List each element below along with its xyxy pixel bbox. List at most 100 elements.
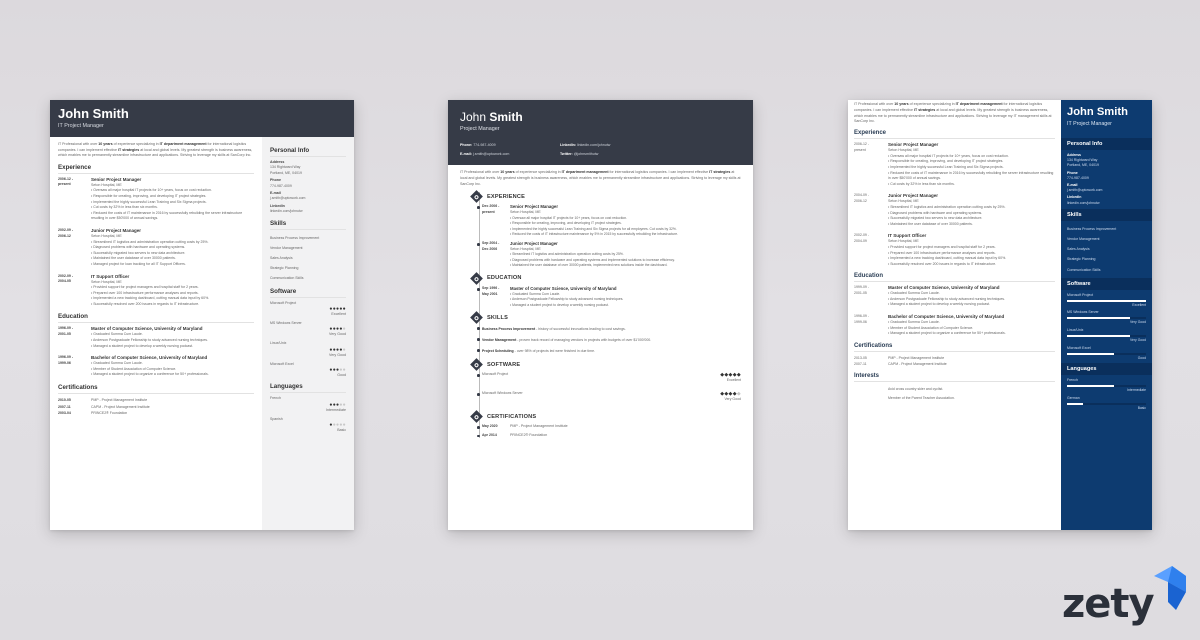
software-item: Microsoft Windows Server ◆◆◆◆◆ Very Good (477, 391, 741, 407)
rating-item: ●●●●● Very Good (270, 347, 346, 358)
summary-text: IT Professional with over (460, 170, 501, 174)
skill-name: Project Scheduling (482, 349, 514, 354)
summary-highlight: IT department management (159, 142, 207, 146)
entry-bullets: Oversaw all major hospital IT projects f… (510, 216, 741, 238)
entry-body: Master of Computer Science, University o… (510, 286, 741, 308)
resume-summary: IT Professional with over 10 years of ex… (854, 102, 1055, 125)
rating-bar-fill (1067, 299, 1146, 302)
section-title: EXPERIENCE (487, 193, 526, 200)
bullet-item: Reduced the costs of IT maintenance in 2… (888, 171, 1055, 182)
section-heading-experience: Experience (854, 130, 1055, 140)
certification-date: 2007-11 (854, 362, 867, 367)
education-list: 1999-09 -2001-05 Master of Computer Scien… (854, 285, 1055, 337)
experience-list: 2006-12 - present Senior Project Manager Se… (854, 142, 1055, 267)
certification-item: 2007-11 CAPM - Project Management Institu… (854, 361, 1055, 368)
resume-template-3[interactable]: IT Professional with over 10 years of ex… (848, 100, 1152, 530)
summary-highlight: IT strategies (914, 107, 936, 112)
entry-dates: 2002-09 -2004-09 (854, 233, 888, 267)
bullet-item: Reduced the costs of IT maintenance in 2… (91, 211, 254, 222)
certification-item: 2003-04 PRINCE2® Foundation (58, 410, 254, 417)
certifications-list: 2010-05 PMP - Project Management Institut… (58, 397, 254, 417)
resume-template-2[interactable]: John Smith Project Manager Phone: 774-98… (448, 100, 753, 530)
rating-label: Excellent (1132, 302, 1146, 307)
entry-item: 1996-09 -2001-05 Master of Computer Scien… (58, 326, 254, 349)
certification-date: 2010-05 (58, 398, 71, 403)
education-list: Sep 1996 - May 2001 Master of Computer Sci… (477, 286, 741, 308)
timeline-entry: Sep 1996 - May 2001 Master of Computer Sci… (477, 286, 741, 308)
entry-dates: 2002-09 -2006-12 (58, 228, 91, 268)
skill-name: Vendor Management (482, 338, 517, 343)
skill-item: Business Process Improvement (1067, 226, 1117, 231)
date-end: present (854, 147, 866, 152)
summary-text: IT Professional with over (58, 142, 99, 146)
certifications-list: 2013-05 PMP - Project Management Institut… (854, 355, 1055, 368)
interests-list: Avid cross country skier and cyclist. Mem… (854, 385, 1055, 403)
entry-item: 2006-12 - present Senior Project Manager Se… (58, 177, 254, 222)
resume-body: IT Professional with over 10 years of ex… (448, 165, 753, 446)
skill-text: Business Process Improvement - history o… (482, 325, 626, 333)
rating-bar (1067, 402, 1146, 405)
certification-date: 2013-05 (854, 355, 867, 360)
summary-text: for international logistics companies. I… (608, 170, 710, 174)
entry-body: Junior Project Manager Seton Hospital, ME… (91, 228, 254, 268)
certification-item: 2007-11 CAPM - Project Management Institu… (58, 404, 254, 411)
entry-dates: 1996-09 -2001-05 (58, 326, 91, 349)
contact-item: Phone: 774-987-4009 (460, 141, 560, 150)
skill-item: Sales Analysis (1067, 247, 1090, 252)
entry-item: 2002-09 -2004-05 IT Support Officer Seton … (58, 274, 254, 308)
skill-item: Vendor Management (270, 245, 303, 250)
rating-label: Excellent (726, 378, 741, 383)
summary-highlight: 10 years (500, 170, 515, 174)
rating-item: ●●●●● Basic (270, 422, 346, 433)
zety-logo[interactable]: zety (1062, 566, 1186, 624)
skill-item: Business Process Improvement (270, 235, 320, 240)
resume-header: John Smith IT Project Manager (1061, 100, 1152, 135)
rating-label: Very Good (724, 397, 741, 402)
resume-job-title: IT Project Manager (1067, 121, 1112, 127)
entry-dates: 1999-09 -2001-05 (854, 285, 888, 308)
certification-name: CAPM - Project Management Institute (91, 404, 150, 409)
entry-item: 2002-09 -2004-09 IT Support Officer Seton … (854, 233, 1055, 267)
resume-main-column: IT Professional with over 10 years of ex… (50, 137, 262, 422)
date-end: 1999-06 (854, 319, 867, 324)
skill-item: Strategic Planning (270, 265, 299, 270)
rating-item: ●●●●● Good (270, 367, 346, 378)
skill-description: - over 98% of projects led were finished… (513, 349, 596, 354)
entry-body: Bachelor of Computer Science, University… (91, 355, 254, 378)
graduation-cap-icon (470, 272, 483, 285)
summary-highlight: IT department management (561, 170, 609, 174)
entry-item: 2006-12 - present Senior Project Manager Se… (854, 142, 1055, 187)
rating-item-name: Microsoft Project (1067, 292, 1094, 297)
rating-label: Very Good (329, 352, 346, 357)
skill-item: Vendor Management (1067, 237, 1100, 242)
entry-bullets: Graduated Summa Cum Laude.Anderson Postg… (510, 292, 741, 309)
bullet-item: Managed a student project to develop a w… (888, 302, 1055, 308)
rating-label: Very Good (329, 332, 346, 337)
rating-bar (1067, 335, 1146, 338)
entry-bullets: Streamlined IT logistics and administrat… (510, 252, 741, 269)
entry-body: Junior Project Manager Seton Hospital, ME… (888, 193, 1055, 227)
certification-item: Apr 2014 PRINCE2® Foundation (477, 433, 741, 439)
software-name: Microsoft Project (482, 372, 509, 377)
certification-name: CAPM - Project Management Institute (888, 362, 947, 367)
experience-list: Dec 2006 - present Senior Project Manager S… (477, 204, 741, 269)
summary-highlight: 10 years (894, 102, 909, 106)
section-heading-software: Software (270, 288, 346, 298)
entry-bullets: Streamlined IT logistics and administrat… (91, 240, 254, 268)
entry-body: Senior Project Manager Seton Hospital, ME… (510, 204, 741, 238)
summary-highlight: IT strategies (709, 170, 731, 174)
summary-highlight: IT department management (955, 102, 1003, 106)
section-title: SKILLS (487, 314, 509, 321)
contact-info: Phone: 774-987-4009 LinkedIn: linkedin.co… (460, 141, 741, 159)
resume-template-1[interactable]: John Smith IT Project Manager IT Profess… (50, 100, 354, 530)
contact-item: LinkedIn: linkedin.com/johnutw (560, 141, 680, 150)
certification-name: PMP - Project Management Institute (91, 398, 148, 403)
resume-job-title: IT Project Manager (58, 123, 104, 129)
date-end: present (58, 182, 71, 187)
timeline: EXPERIENCE Dec 2006 - present Senior Proje… (460, 190, 741, 439)
summary-text: of experience specializing in (514, 170, 562, 174)
section-heading-experience: Experience (58, 164, 254, 174)
rating-dot-empty: ● (342, 401, 346, 408)
bullet-item: Maintained the user database of over 300… (510, 263, 741, 269)
skills-list: Business Process Improvement Vendor Manag… (1061, 224, 1152, 275)
